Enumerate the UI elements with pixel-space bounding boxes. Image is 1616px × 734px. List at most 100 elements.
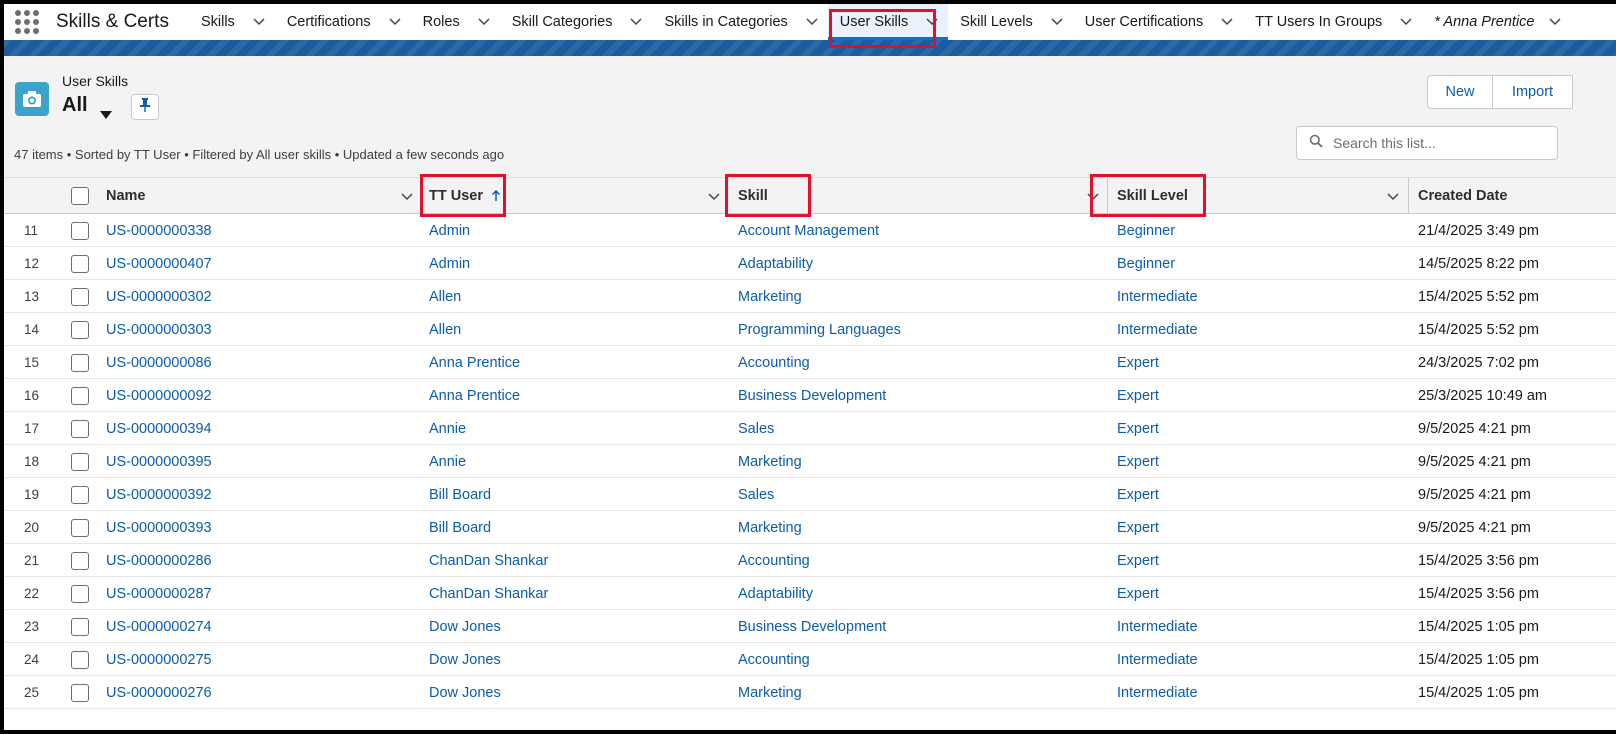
row-checkbox[interactable] xyxy=(71,478,89,511)
chevron-down-icon[interactable] xyxy=(478,17,490,27)
tt-user-link[interactable]: Allen xyxy=(429,280,461,313)
skill-level-link[interactable]: Expert xyxy=(1117,346,1159,379)
select-all-checkbox[interactable] xyxy=(71,178,89,214)
record-name-link[interactable]: US-0000000394 xyxy=(106,412,212,445)
skill-link[interactable]: Programming Languages xyxy=(738,313,901,346)
skill-level-link[interactable]: Expert xyxy=(1117,577,1159,610)
tt-user-link[interactable]: Dow Jones xyxy=(429,610,501,643)
record-name-link[interactable]: US-0000000338 xyxy=(106,214,212,247)
tab-skills[interactable]: Skills xyxy=(195,4,275,40)
row-checkbox[interactable] xyxy=(71,676,89,709)
tt-user-link[interactable]: ChanDan Shankar xyxy=(429,544,548,577)
tab-roles[interactable]: Roles xyxy=(411,4,500,40)
row-checkbox[interactable] xyxy=(71,379,89,412)
record-name-link[interactable]: US-0000000407 xyxy=(106,247,212,280)
row-checkbox[interactable] xyxy=(71,313,89,346)
skill-level-link[interactable]: Intermediate xyxy=(1117,676,1198,709)
skill-link[interactable]: Sales xyxy=(738,412,774,445)
column-header-created-date[interactable]: Created Date xyxy=(1418,178,1507,214)
skill-link[interactable]: Business Development xyxy=(738,379,886,412)
record-name-link[interactable]: US-0000000086 xyxy=(106,346,212,379)
skill-level-link[interactable]: Intermediate xyxy=(1117,280,1198,313)
record-name-link[interactable]: US-0000000302 xyxy=(106,280,212,313)
chevron-down-icon[interactable] xyxy=(806,17,818,27)
skill-link[interactable]: Adaptability xyxy=(738,577,813,610)
skill-level-link[interactable]: Beginner xyxy=(1117,214,1175,247)
column-header-tt-user[interactable]: TT User xyxy=(429,178,501,214)
skill-link[interactable]: Marketing xyxy=(738,511,802,544)
tt-user-link[interactable]: Dow Jones xyxy=(429,643,501,676)
row-checkbox[interactable] xyxy=(71,577,89,610)
chevron-down-icon[interactable] xyxy=(253,17,265,27)
skill-level-link[interactable]: Intermediate xyxy=(1117,313,1198,346)
tab-anna-prentice[interactable]: * Anna Prentice xyxy=(1422,4,1570,40)
tt-user-link[interactable]: Anna Prentice xyxy=(429,346,520,379)
skill-level-link[interactable]: Intermediate xyxy=(1117,610,1198,643)
skill-link[interactable]: Accounting xyxy=(738,544,810,577)
caret-down-icon[interactable] xyxy=(99,102,112,119)
row-checkbox[interactable] xyxy=(71,610,89,643)
record-name-link[interactable]: US-0000000395 xyxy=(106,445,212,478)
tt-user-link[interactable]: Bill Board xyxy=(429,478,491,511)
tt-user-link[interactable]: Bill Board xyxy=(429,511,491,544)
tab-user-skills[interactable]: User Skills xyxy=(827,4,949,40)
import-button[interactable]: Import xyxy=(1493,75,1573,109)
chevron-down-icon[interactable] xyxy=(1548,17,1561,27)
skill-level-link[interactable]: Expert xyxy=(1117,511,1159,544)
search-input[interactable] xyxy=(1333,135,1543,151)
skill-level-link[interactable]: Expert xyxy=(1117,412,1159,445)
tt-user-link[interactable]: Annie xyxy=(429,412,466,445)
list-view-selector[interactable]: All xyxy=(62,94,112,119)
skill-link[interactable]: Marketing xyxy=(738,445,802,478)
record-name-link[interactable]: US-0000000275 xyxy=(106,643,212,676)
record-name-link[interactable]: US-0000000092 xyxy=(106,379,212,412)
new-button[interactable]: New xyxy=(1427,75,1493,109)
tt-user-link[interactable]: ChanDan Shankar xyxy=(429,577,548,610)
skill-level-link[interactable]: Expert xyxy=(1117,544,1159,577)
skill-link[interactable]: Marketing xyxy=(738,280,802,313)
skill-link[interactable]: Business Development xyxy=(738,610,886,643)
pin-button[interactable] xyxy=(131,94,159,120)
chevron-down-icon[interactable] xyxy=(1386,178,1400,214)
record-name-link[interactable]: US-0000000392 xyxy=(106,478,212,511)
record-name-link[interactable]: US-0000000286 xyxy=(106,544,212,577)
skill-link[interactable]: Accounting xyxy=(738,643,810,676)
tab-certifications[interactable]: Certifications xyxy=(275,4,411,40)
tt-user-link[interactable]: Allen xyxy=(429,313,461,346)
chevron-down-icon[interactable] xyxy=(1221,17,1233,27)
tt-user-link[interactable]: Dow Jones xyxy=(429,676,501,709)
record-name-link[interactable]: US-0000000303 xyxy=(106,313,212,346)
record-name-link[interactable]: US-0000000393 xyxy=(106,511,212,544)
search-box[interactable] xyxy=(1296,126,1558,160)
column-header-name[interactable]: Name xyxy=(106,178,146,214)
row-checkbox[interactable] xyxy=(71,643,89,676)
tab-skill-levels[interactable]: Skill Levels xyxy=(948,4,1073,40)
skill-link[interactable]: Adaptability xyxy=(738,247,813,280)
tab-skills-in-categories[interactable]: Skills in Categories xyxy=(652,4,827,40)
skill-link[interactable]: Sales xyxy=(738,478,774,511)
row-checkbox[interactable] xyxy=(71,511,89,544)
skill-level-link[interactable]: Beginner xyxy=(1117,247,1175,280)
chevron-down-icon[interactable] xyxy=(1086,178,1100,214)
row-checkbox[interactable] xyxy=(71,544,89,577)
skill-link[interactable]: Account Management xyxy=(738,214,879,247)
chevron-down-icon[interactable] xyxy=(707,178,721,214)
tt-user-link[interactable]: Annie xyxy=(429,445,466,478)
record-name-link[interactable]: US-0000000287 xyxy=(106,577,212,610)
skill-level-link[interactable]: Expert xyxy=(1117,445,1159,478)
row-checkbox[interactable] xyxy=(71,280,89,313)
skill-level-link[interactable]: Expert xyxy=(1117,478,1159,511)
tab-skill-categories[interactable]: Skill Categories xyxy=(500,4,653,40)
chevron-down-icon[interactable] xyxy=(389,17,401,27)
row-checkbox[interactable] xyxy=(71,247,89,280)
tab-user-certifications[interactable]: User Certifications xyxy=(1073,4,1243,40)
skill-link[interactable]: Accounting xyxy=(738,346,810,379)
chevron-down-icon[interactable] xyxy=(926,17,938,27)
column-header-skill-level[interactable]: Skill Level xyxy=(1117,178,1188,214)
skill-level-link[interactable]: Intermediate xyxy=(1117,643,1198,676)
chevron-down-icon[interactable] xyxy=(1400,17,1412,27)
chevron-down-icon[interactable] xyxy=(1051,17,1063,27)
tt-user-link[interactable]: Anna Prentice xyxy=(429,379,520,412)
tt-user-link[interactable]: Admin xyxy=(429,247,470,280)
record-name-link[interactable]: US-0000000274 xyxy=(106,610,212,643)
